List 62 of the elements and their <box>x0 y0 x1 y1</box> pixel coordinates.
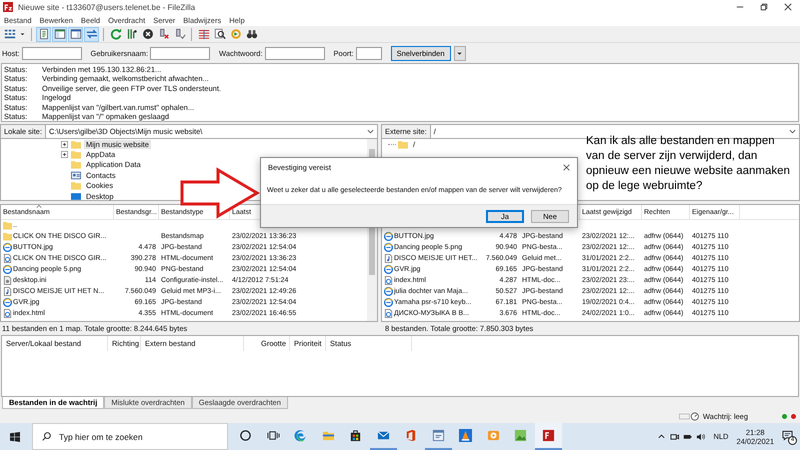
grid-icon[interactable] <box>2 26 17 42</box>
dropdown-button[interactable] <box>454 46 466 60</box>
desktop-icon <box>71 192 81 201</box>
search-icon <box>42 432 51 441</box>
folder-icon <box>71 181 81 190</box>
image-file-icon <box>3 298 12 307</box>
image-file-icon <box>384 243 393 252</box>
office-icon[interactable] <box>404 429 418 442</box>
browser-icon[interactable] <box>294 429 308 442</box>
document-icon[interactable] <box>36 26 51 42</box>
cancel-icon[interactable] <box>140 26 155 42</box>
text-field[interactable] <box>356 46 382 60</box>
text-field[interactable] <box>150 46 210 60</box>
picture-icon[interactable] <box>514 429 528 442</box>
caret-icon <box>367 128 374 135</box>
search-field[interactable]: Typ hier om te zoeken <box>32 423 228 450</box>
image-file-icon <box>3 243 12 252</box>
text-field[interactable] <box>264 46 325 60</box>
window-icon[interactable] <box>432 429 445 442</box>
html-file-icon <box>384 309 393 318</box>
task-view-icon[interactable] <box>266 429 280 442</box>
compare-icon[interactable] <box>196 26 211 42</box>
circle-icon[interactable] <box>239 429 252 442</box>
camera-icon[interactable] <box>670 432 680 441</box>
start-icon[interactable] <box>10 432 20 442</box>
panel-icon[interactable] <box>52 26 67 42</box>
html-file-icon <box>3 309 12 318</box>
audio-file-icon <box>384 254 393 263</box>
expand-icon[interactable] <box>61 140 68 148</box>
speaker-icon[interactable] <box>696 432 706 441</box>
contact-card-icon <box>71 170 81 180</box>
image-file-icon <box>384 232 393 241</box>
arrows-icon[interactable] <box>84 26 99 42</box>
image-file-icon <box>384 298 393 307</box>
settings-file-icon <box>3 276 12 285</box>
panel-icon[interactable] <box>68 26 83 42</box>
html-file-icon <box>384 276 393 285</box>
store-icon[interactable] <box>349 429 362 442</box>
battery-icon[interactable] <box>683 432 692 441</box>
html-file-icon <box>3 254 12 263</box>
image-file-icon <box>3 265 12 274</box>
image-file-icon <box>384 287 393 296</box>
folder-icon[interactable] <box>322 429 335 442</box>
transfer-mode-icon[interactable] <box>678 412 699 420</box>
image-file-icon <box>384 265 393 274</box>
caret-icon <box>456 50 464 56</box>
search-icon[interactable] <box>212 26 227 42</box>
caret-icon <box>789 128 796 135</box>
mail-icon[interactable] <box>376 429 390 442</box>
notification-icon[interactable] <box>782 430 793 440</box>
annotation-text: Kan ik als alle bestanden en mappen van de server zijn verwijderd, dan opnieuw een nieuwe website aanmaken op de lege webruimte? <box>586 134 791 194</box>
close-icon[interactable] <box>784 3 792 11</box>
restore-icon[interactable] <box>760 3 768 11</box>
refresh-icon[interactable] <box>108 26 123 42</box>
expand-icon[interactable] <box>61 151 68 158</box>
close-icon[interactable] <box>563 164 570 170</box>
window-title: Nieuwe site - t133607@users.telenet.be - FileZilla <box>18 2 196 12</box>
cone-icon[interactable] <box>459 429 472 442</box>
text-field[interactable] <box>22 46 82 60</box>
app-logo-icon[interactable] <box>542 429 555 442</box>
audio-file-icon <box>3 287 12 296</box>
chevron-up-icon[interactable] <box>657 432 666 441</box>
